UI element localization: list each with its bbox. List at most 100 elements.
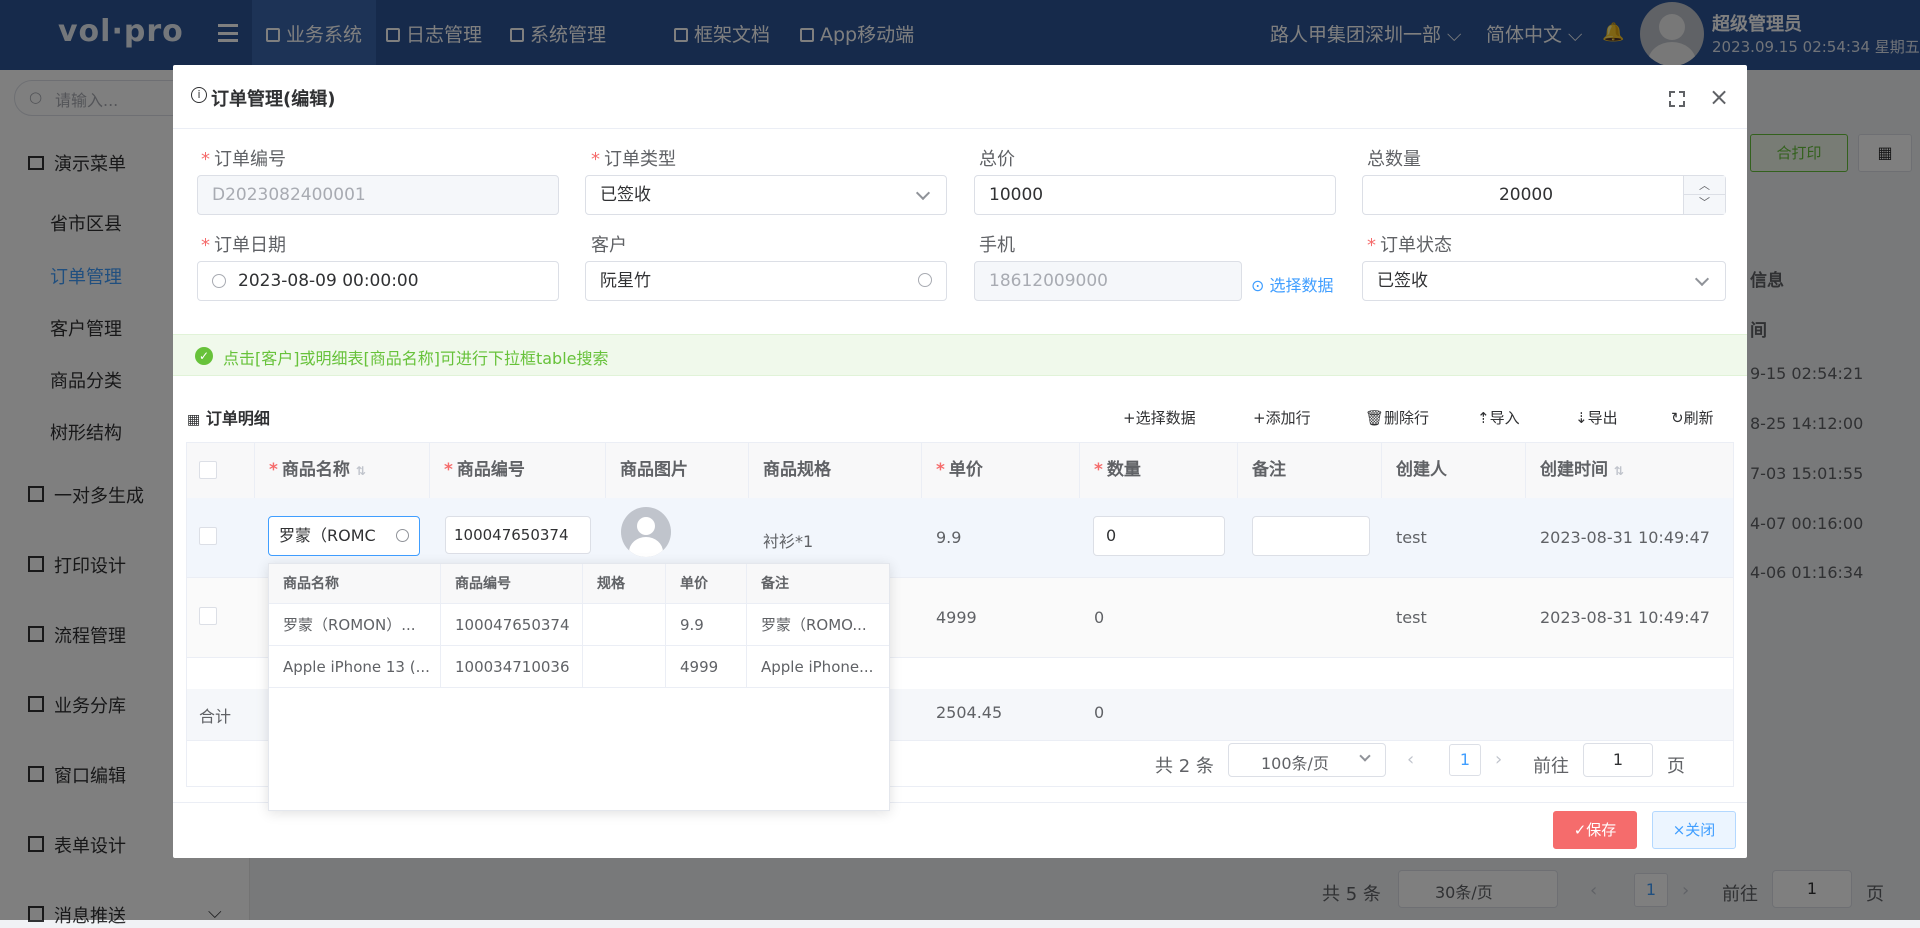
row-checkbox[interactable] xyxy=(199,607,217,625)
product-search-dropdown: 商品名称 商品编号 规格 单价 备注 罗蒙（ROMON）... 10004765… xyxy=(268,563,890,811)
detail-section-title: ▦ 订单明细 xyxy=(187,409,270,428)
created-time-cell: 2023-08-31 10:49:47 xyxy=(1540,528,1710,547)
remark-input[interactable] xyxy=(1252,516,1370,556)
dd-col-name: 商品名称 xyxy=(269,564,441,604)
col-product-code: * 商品编号 xyxy=(430,443,606,498)
created-time-cell: 2023-08-31 10:49:47 xyxy=(1540,608,1710,627)
col-product-name[interactable]: * 商品名称 ⇅ xyxy=(255,443,430,498)
phone-input[interactable]: 18612009000 xyxy=(974,261,1242,301)
col-remark: 备注 xyxy=(1238,443,1382,498)
dd-col-remark: 备注 xyxy=(747,564,889,604)
phone-label: 手机 xyxy=(979,235,1015,256)
dd-row-spec[interactable] xyxy=(583,646,666,688)
detail-total: 共 2 条 xyxy=(1155,756,1214,777)
stepper-controls: ︿ ﹀ xyxy=(1683,176,1725,214)
search-icon: ⊙ xyxy=(1251,276,1265,295)
product-name-input[interactable]: 罗蒙（ROMC xyxy=(268,516,420,556)
download-icon: ⇣ xyxy=(1575,409,1588,427)
page-size-select[interactable]: 100条/页 xyxy=(1228,743,1386,777)
chevron-up-icon[interactable]: ︿ xyxy=(1684,176,1725,195)
sort-icon: ⇅ xyxy=(355,464,366,478)
select-data-link[interactable]: ⊙ 选择数据 xyxy=(1251,272,1334,296)
dd-row-name[interactable]: Apple iPhone 13 (... xyxy=(269,646,441,688)
fullscreen-icon[interactable] xyxy=(1669,91,1685,107)
order-date-picker[interactable]: 2023-08-09 00:00:00 xyxy=(197,261,559,301)
dd-row-price[interactable]: 4999 xyxy=(666,646,747,688)
goto-page-input[interactable]: 1 xyxy=(1583,743,1653,777)
dd-row-code[interactable]: 100047650374 xyxy=(441,604,583,646)
order-no-label: * 订单编号 xyxy=(201,149,286,170)
quantity-input[interactable]: 0 xyxy=(1093,516,1225,556)
dd-row-price[interactable]: 9.9 xyxy=(666,604,747,646)
creator-cell: test xyxy=(1396,608,1427,627)
add-row-button[interactable]: +添加行 xyxy=(1253,407,1311,428)
col-creator: 创建人 xyxy=(1382,443,1526,498)
total-qty-value: 20000 xyxy=(1498,185,1554,205)
product-image xyxy=(621,507,671,557)
product-name-value: 罗蒙（ROMC xyxy=(279,526,376,545)
select-data-button[interactable]: +选择数据 xyxy=(1123,407,1196,428)
dd-row-spec[interactable] xyxy=(583,604,666,646)
chevron-down-icon xyxy=(915,185,931,201)
next-page-icon[interactable]: › xyxy=(1495,749,1502,770)
product-spec-cell: 衬衫*1 xyxy=(763,532,814,551)
order-type-value: 已签收 xyxy=(600,185,651,205)
order-type-select[interactable]: 已签收 xyxy=(585,175,947,215)
dd-row-remark[interactable]: Apple iPhone... xyxy=(747,646,889,688)
chevron-down-icon[interactable]: ﹀ xyxy=(1684,195,1725,213)
prev-page-icon[interactable]: ‹ xyxy=(1407,749,1414,770)
goto-label: 前往 xyxy=(1533,756,1569,777)
col-product-spec: 商品规格 xyxy=(749,443,922,498)
grid-icon: ▦ xyxy=(187,412,201,428)
order-type-label: * 订单类型 xyxy=(591,149,676,170)
clock-icon xyxy=(212,274,226,288)
col-product-image: 商品图片 xyxy=(606,443,749,498)
creator-cell: test xyxy=(1396,528,1427,547)
total-price-label: 总价 xyxy=(979,149,1015,170)
select-data-label: 选择数据 xyxy=(1269,276,1334,295)
chevron-down-icon xyxy=(1359,750,1371,762)
customer-label: 客户 xyxy=(591,235,627,256)
quantity-cell: 0 xyxy=(1094,608,1105,627)
unit-price-cell: 9.9 xyxy=(936,528,962,547)
summary-qty: 0 xyxy=(1094,703,1105,722)
refresh-icon: ↻ xyxy=(1671,409,1684,427)
total-price-input[interactable]: 10000 xyxy=(974,175,1336,215)
customer-input[interactable]: 阮星竹 xyxy=(585,261,947,301)
dd-row-name[interactable]: 罗蒙（ROMON）... xyxy=(269,604,441,646)
dialog-title: 订单管理(编辑) xyxy=(211,89,336,110)
dd-row-code[interactable]: 100034710036 xyxy=(441,646,583,688)
dd-row-remark[interactable]: 罗蒙（ROMO... xyxy=(747,604,889,646)
summary-label: 合计 xyxy=(199,707,232,726)
summary-price: 2504.45 xyxy=(936,703,1003,722)
tip-text: 点击[客户]或明细表[商品名称]可进行下拉框table搜索 xyxy=(223,349,609,368)
export-button[interactable]: ⇣导出 xyxy=(1575,407,1618,428)
dialog-header: i 订单管理(编辑) × xyxy=(173,65,1747,129)
close-button[interactable]: ×关闭 xyxy=(1652,811,1736,849)
page-size-value: 100条/页 xyxy=(1261,754,1329,773)
close-icon[interactable]: × xyxy=(1709,83,1729,111)
total-qty-stepper[interactable]: 20000 ︿ ﹀ xyxy=(1362,175,1726,215)
import-button[interactable]: ⇡导入 xyxy=(1477,407,1520,428)
total-qty-label: 总数量 xyxy=(1367,149,1421,170)
order-status-select[interactable]: 已签收 xyxy=(1362,261,1726,301)
refresh-button[interactable]: ↻刷新 xyxy=(1671,407,1714,428)
col-created-time[interactable]: 创建时间 ⇅ xyxy=(1526,443,1733,498)
dd-col-spec: 规格 xyxy=(583,564,666,604)
info-icon: i xyxy=(191,87,207,103)
order-date-label: * 订单日期 xyxy=(201,235,286,256)
select-all-checkbox[interactable] xyxy=(199,461,217,479)
delete-row-button[interactable]: 🗑删除行 xyxy=(1365,407,1429,428)
tip-alert: ✓ 点击[客户]或明细表[商品名称]可进行下拉框table搜索 xyxy=(173,334,1747,376)
order-no-input[interactable]: D2023082400001 xyxy=(197,175,559,215)
search-icon xyxy=(396,529,409,542)
page-unit: 页 xyxy=(1667,756,1685,777)
current-page[interactable]: 1 xyxy=(1449,744,1481,776)
save-button[interactable]: ✓保存 xyxy=(1553,811,1637,849)
check-circle-icon: ✓ xyxy=(195,347,213,365)
product-code-input[interactable]: 100047650374 xyxy=(445,516,591,554)
row-checkbox[interactable] xyxy=(199,527,217,545)
col-quantity: * 数量 xyxy=(1080,443,1238,498)
select-all-column xyxy=(187,443,255,498)
order-status-label: * 订单状态 xyxy=(1367,235,1452,256)
